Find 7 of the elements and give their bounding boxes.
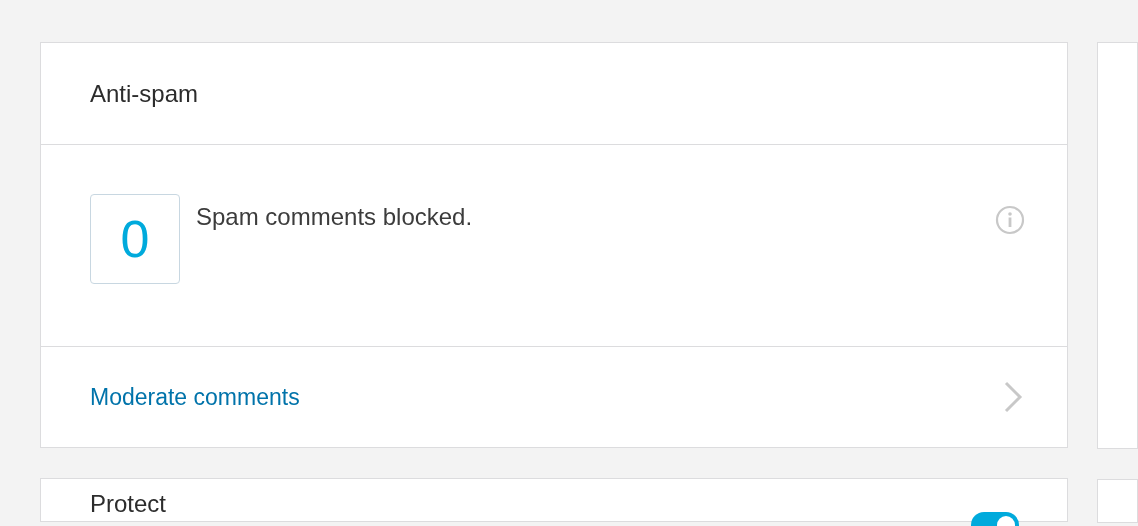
stat-label: Spam comments blocked. [196, 203, 474, 231]
chevron-right-icon[interactable] [1003, 381, 1023, 413]
stat-count: 0 [90, 194, 180, 284]
moderate-comments-link[interactable]: Moderate comments [90, 383, 300, 411]
info-icon[interactable] [995, 205, 1025, 235]
card-title: Anti-spam [90, 79, 199, 108]
card-title: Protect [90, 492, 167, 516]
